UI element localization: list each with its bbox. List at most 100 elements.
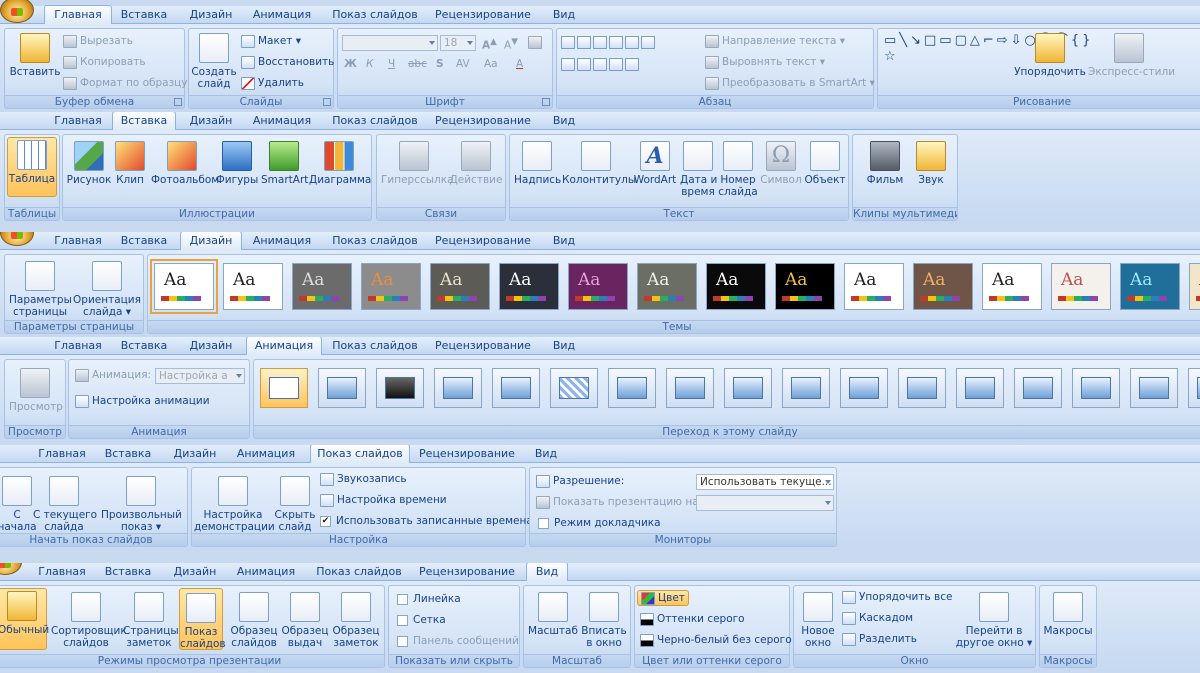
tab-review[interactable]: Рецензирование	[432, 337, 534, 355]
tab-design[interactable]: Дизайн	[164, 445, 226, 463]
theme-thumbnail[interactable]: Aa	[775, 263, 835, 310]
textbox-button[interactable]: Надпись	[514, 141, 561, 186]
macros-button[interactable]: Макросы	[1042, 592, 1094, 637]
cut-button[interactable]: Вырезать	[63, 34, 133, 50]
use-timings-checkbox[interactable]: ✔ Использовать записанные времена	[320, 514, 533, 530]
tab-animation[interactable]: Анимация	[246, 337, 322, 356]
align-buttons[interactable]	[561, 57, 641, 73]
theme-thumbnail[interactable]: Aa	[150, 259, 218, 314]
tab-slideshow[interactable]: Показ слайдов	[328, 6, 422, 24]
transition-thumbnail[interactable]	[550, 368, 598, 408]
tab-view[interactable]: Вид	[526, 563, 568, 582]
transition-thumbnail[interactable]	[492, 368, 540, 408]
theme-thumbnail[interactable]: Aa	[223, 263, 283, 310]
theme-thumbnail[interactable]: Aa	[706, 263, 766, 310]
theme-thumbnail[interactable]: Aa	[1051, 263, 1111, 310]
tab-view[interactable]: Вид	[546, 112, 582, 130]
transition-thumbnail[interactable]	[840, 368, 888, 408]
tab-home[interactable]: Главная	[44, 5, 112, 25]
font-color-button[interactable]: A	[516, 57, 523, 73]
tab-animation[interactable]: Анимация	[230, 563, 302, 581]
header-footer-button[interactable]: Колонтитулы	[562, 141, 636, 186]
message-bar-checkbox[interactable]: Панель сообщений	[397, 634, 519, 650]
theme-thumbnail[interactable]: Aa	[568, 263, 628, 310]
zoom-button[interactable]: Масштаб	[528, 592, 578, 637]
slide-master-button[interactable]: Образец слайдов	[229, 592, 279, 649]
resolution-select[interactable]: Использовать текуще...	[696, 474, 834, 490]
tab-view[interactable]: Вид	[546, 6, 582, 24]
presenter-view-checkbox[interactable]: Режим докладчика	[538, 516, 661, 532]
tab-home[interactable]: Главная	[28, 563, 96, 581]
tab-view[interactable]: Вид	[546, 232, 582, 250]
color-button[interactable]: Цвет	[637, 590, 689, 606]
transition-thumbnail[interactable]	[434, 368, 482, 408]
tab-insert[interactable]: Вставка	[112, 6, 176, 24]
hide-slide-button[interactable]: Скрыть слайд	[274, 476, 316, 533]
action-button[interactable]: Действие	[449, 141, 503, 186]
theme-thumbnail[interactable]: Aa	[637, 263, 697, 310]
transition-thumbnail[interactable]	[608, 368, 656, 408]
theme-thumbnail[interactable]: Aa	[292, 263, 352, 310]
transition-thumbnail[interactable]	[1188, 368, 1200, 408]
tab-design[interactable]: Дизайн	[180, 232, 242, 251]
list-buttons[interactable]	[561, 35, 657, 51]
tab-animation[interactable]: Анимация	[246, 232, 318, 250]
rehearse-timings-button[interactable]: Настройка времени	[320, 493, 447, 509]
checkbox[interactable]: ✔	[320, 515, 331, 527]
tab-review[interactable]: Рецензирование	[416, 563, 518, 581]
tab-design[interactable]: Дизайн	[180, 337, 242, 355]
tab-view[interactable]: Вид	[546, 337, 582, 355]
transition-thumbnail[interactable]	[724, 368, 772, 408]
shapes-gallery[interactable]: ▭╲↘□▭▢△⌐⇨⇩○⌒⌒{}☆	[884, 33, 1090, 87]
bold-button[interactable]: Ж	[344, 57, 357, 73]
paste-button[interactable]: Вставить	[9, 33, 61, 78]
checkbox[interactable]	[397, 593, 408, 605]
delete-slide-button[interactable]: Удалить	[241, 76, 304, 92]
tab-animation[interactable]: Анимация	[246, 112, 318, 130]
arrange-all-button[interactable]: Упорядочить все	[842, 590, 952, 606]
tab-home[interactable]: Главная	[44, 232, 112, 250]
transition-thumbnail[interactable]	[260, 368, 308, 408]
tab-animation[interactable]: Анимация	[246, 6, 318, 24]
split-button[interactable]: Разделить	[842, 632, 917, 648]
align-text-button[interactable]: Выровнять текст ▾	[705, 55, 825, 71]
dialog-launcher[interactable]	[174, 98, 182, 106]
table-button[interactable]: Таблица	[7, 137, 57, 197]
tab-review[interactable]: Рецензирование	[432, 6, 534, 24]
arrange-button[interactable]: Упорядочить	[1014, 33, 1086, 78]
dialog-launcher[interactable]	[323, 98, 331, 106]
from-current-button[interactable]: С текущего слайда	[33, 476, 97, 533]
custom-animation-button[interactable]: Настройка анимации	[75, 394, 210, 410]
transition-thumbnail[interactable]	[956, 368, 1004, 408]
grow-font-button[interactable]: A▲	[482, 35, 497, 52]
orientation-button[interactable]: Ориентация слайда ▾	[73, 261, 141, 318]
spacing-button[interactable]: AV	[456, 57, 470, 73]
tab-view[interactable]: Вид	[528, 445, 564, 463]
tab-review[interactable]: Рецензирование	[416, 445, 518, 463]
tab-design[interactable]: Дизайн	[180, 112, 242, 130]
movie-button[interactable]: Фильм	[861, 141, 909, 186]
hyperlink-button[interactable]: Гиперссылка	[381, 141, 454, 186]
symbol-button[interactable]: Ω Символ	[760, 141, 802, 186]
custom-show-button[interactable]: Произвольный показ ▾	[101, 476, 182, 533]
show-on-select[interactable]	[696, 495, 834, 511]
ruler-checkbox[interactable]: Линейка	[397, 592, 461, 608]
font-size-field[interactable]: 18	[440, 35, 476, 51]
tab-review[interactable]: Рецензирование	[432, 112, 534, 130]
tab-slideshow[interactable]: Показ слайдов	[328, 232, 422, 250]
chart-button[interactable]: Диаграмма	[309, 141, 371, 186]
datetime-button[interactable]: Дата и время	[680, 141, 717, 198]
tab-animation[interactable]: Анимация	[230, 445, 302, 463]
clear-format-button[interactable]	[528, 35, 545, 51]
transition-thumbnail[interactable]	[1014, 368, 1062, 408]
new-slide-button[interactable]: Создать слайд	[191, 33, 237, 90]
black-white-button[interactable]: Черно-белый без серого	[640, 633, 792, 649]
new-window-button[interactable]: Новое окно	[796, 592, 840, 649]
tab-home[interactable]: Главная	[28, 445, 96, 463]
fit-to-window-button[interactable]: Вписать в окно	[580, 592, 628, 649]
notes-page-button[interactable]: Страницы заметок	[123, 592, 179, 649]
tab-home[interactable]: Главная	[44, 337, 112, 355]
sound-button[interactable]: Звук	[911, 141, 951, 186]
theme-thumbnail[interactable]: Aa	[361, 263, 421, 310]
theme-thumbnail[interactable]: Aa	[913, 263, 973, 310]
